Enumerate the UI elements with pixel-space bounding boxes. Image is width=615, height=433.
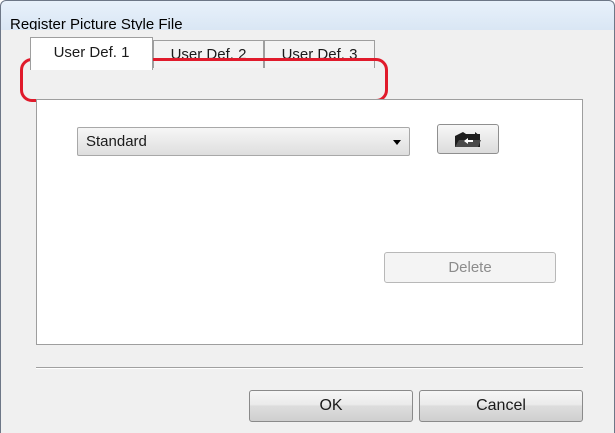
title-bar: Register Picture Style File [0, 0, 615, 33]
tab-user-def-1[interactable]: User Def. 1 [30, 37, 153, 70]
picture-style-select-value: Standard [86, 133, 147, 150]
open-folder-icon [455, 132, 481, 147]
open-file-button[interactable] [437, 124, 499, 154]
delete-button[interactable]: Delete [384, 252, 556, 283]
ok-button[interactable]: OK [249, 390, 413, 422]
separator [36, 367, 583, 369]
dialog-window: Register Picture Style File User Def. 1 … [0, 0, 615, 433]
chevron-down-icon [393, 140, 401, 145]
cancel-button[interactable]: Cancel [419, 390, 583, 422]
picture-style-select[interactable]: Standard [77, 127, 410, 156]
